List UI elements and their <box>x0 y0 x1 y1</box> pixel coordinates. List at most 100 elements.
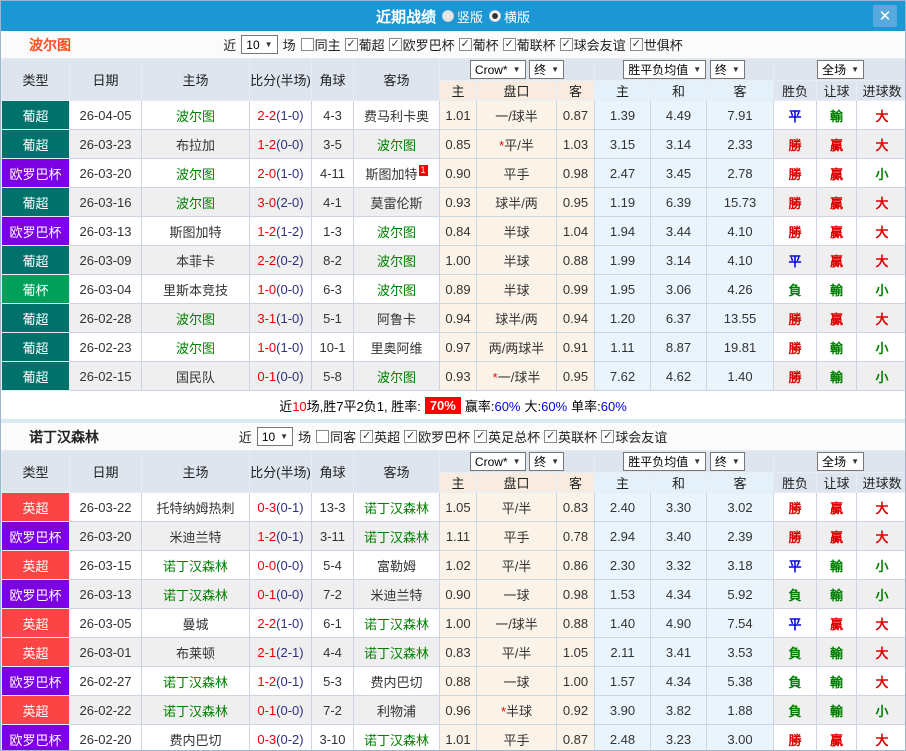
away-team-link[interactable]: 费内巴切 <box>370 675 422 690</box>
radio-selected-icon[interactable] <box>489 10 501 22</box>
odds-time-select[interactable]: 终 ▼ <box>709 60 745 79</box>
results-rows: 英超 26-03-22 托特纳姆热刺 0-3(0-1) 13-3 诺丁汉森林 1… <box>1 492 905 750</box>
odds-home-win: 2.47 <box>594 158 651 188</box>
away-team-link[interactable]: 诺丁汉森林 <box>364 733 429 748</box>
bookmaker-select[interactable]: Crow* ▼ <box>469 60 526 80</box>
league-filter-checkbox[interactable]: ✓ 葡联杯 <box>502 35 556 54</box>
radio-icon[interactable] <box>441 10 454 22</box>
league-filter-checkbox[interactable]: 同主 <box>300 35 341 54</box>
checkbox-checked-icon[interactable]: ✓ <box>360 430 374 443</box>
league-filter-checkbox[interactable]: ✓ 欧罗巴杯 <box>404 427 470 446</box>
match-date: 26-02-22 <box>69 695 142 725</box>
checkbox-checked-icon[interactable]: ✓ <box>388 38 402 51</box>
home-team-link[interactable]: 布莱顿 <box>176 646 215 661</box>
odds-draw: 3.14 <box>650 129 707 159</box>
handicap-line: 平手 <box>503 529 530 545</box>
checkbox-checked-icon[interactable]: ✓ <box>544 430 558 443</box>
away-team-link[interactable]: 诺丁汉森林 <box>364 646 429 661</box>
red-card-badge: 1 <box>418 165 428 177</box>
odds-home-win: 3.15 <box>594 129 651 159</box>
away-team-link[interactable]: 利物浦 <box>377 704 416 719</box>
checkbox-checked-icon[interactable]: ✓ <box>458 38 472 51</box>
home-team-link[interactable]: 国民队 <box>176 370 215 385</box>
scope-select[interactable]: 全场 ▼ <box>817 452 864 471</box>
scope-select[interactable]: 全场 ▼ <box>817 60 864 79</box>
layout-radio-horizontal[interactable]: 横版 <box>489 7 530 26</box>
league-filter-checkbox[interactable]: ✓ 球会友谊 <box>601 427 667 446</box>
away-team-link[interactable]: 诺丁汉森林 <box>364 530 429 545</box>
home-team-link[interactable]: 诺丁汉森林 <box>163 675 228 690</box>
league-filter-checkbox[interactable]: ✓ 英超 <box>360 427 400 446</box>
home-team-link[interactable]: 波尔图 <box>176 167 215 182</box>
away-team-link[interactable]: 富勒姆 <box>377 559 416 574</box>
league-filter-checkbox[interactable]: ✓ 球会友谊 <box>559 35 626 54</box>
odds-away-win: 5.38 <box>705 666 775 696</box>
result-win-draw-lose: 負 <box>773 579 818 609</box>
match-count-select[interactable]: 10 ▼ <box>256 427 294 446</box>
home-team-link[interactable]: 诺丁汉森林 <box>163 559 228 574</box>
away-team-link[interactable]: 费马利卡奥 <box>364 109 429 124</box>
league-filter-checkbox[interactable]: ✓ 葡杯 <box>458 35 499 54</box>
close-icon[interactable]: ✕ <box>873 5 897 27</box>
checkbox-checked-icon[interactable]: ✓ <box>601 430 615 443</box>
checkbox-checked-icon[interactable]: ✓ <box>474 430 488 443</box>
corner-count: 4-3 <box>311 100 354 130</box>
away-team-link[interactable]: 诺丁汉森林 <box>364 501 429 516</box>
checkbox-checked-icon[interactable]: ✓ <box>502 38 516 51</box>
league-filter-checkbox[interactable]: ✓ 英联杯 <box>544 427 597 446</box>
result-handicap: 輸 <box>816 361 858 391</box>
odds-time-select[interactable]: 终 ▼ <box>709 452 745 471</box>
checkbox-checked-icon[interactable]: ✓ <box>629 38 643 51</box>
result-goals-over-under: 小 <box>856 158 905 188</box>
checkbox-checked-icon[interactable]: ✓ <box>559 38 573 51</box>
away-team-link[interactable]: 米迪兰特 <box>370 588 422 603</box>
home-team-link[interactable]: 曼城 <box>182 617 208 632</box>
home-team-link[interactable]: 里斯本竞技 <box>163 283 228 298</box>
home-team-link[interactable]: 波尔图 <box>176 109 215 124</box>
checkbox-unchecked-icon[interactable] <box>316 430 330 443</box>
home-team-link[interactable]: 斯图加特 <box>169 225 221 240</box>
away-team-link[interactable]: 波尔图 <box>377 225 416 240</box>
away-team-link[interactable]: 阿鲁卡 <box>377 312 416 327</box>
home-team-link[interactable]: 布拉加 <box>176 138 215 153</box>
away-team-link[interactable]: 斯图加特 <box>365 167 417 182</box>
win-rate-badge: 70% <box>424 396 461 414</box>
away-team-link[interactable]: 诺丁汉森林 <box>364 617 429 632</box>
home-team-link[interactable]: 费内巴切 <box>169 733 221 748</box>
checkbox-unchecked-icon[interactable] <box>300 38 314 51</box>
checkbox-checked-icon[interactable]: ✓ <box>344 38 358 51</box>
corner-count: 4-1 <box>311 187 354 217</box>
checkbox-checked-icon[interactable]: ✓ <box>404 430 418 443</box>
home-team-link[interactable]: 波尔图 <box>176 341 215 356</box>
away-team-link[interactable]: 波尔图 <box>377 370 416 385</box>
bookmaker-select[interactable]: Crow* ▼ <box>469 452 526 472</box>
average-odds-select[interactable]: 胜平负均值 ▼ <box>623 452 707 471</box>
away-team-link[interactable]: 莫雷伦斯 <box>370 196 422 211</box>
result-handicap: 贏 <box>816 158 858 188</box>
away-team-link[interactable]: 波尔图 <box>377 254 416 269</box>
away-team-link[interactable]: 波尔图 <box>377 283 416 298</box>
home-team-link[interactable]: 波尔图 <box>176 196 215 211</box>
away-team-link[interactable]: 里奥阿维 <box>370 341 422 356</box>
home-team-link[interactable]: 托特纳姆热刺 <box>156 501 234 516</box>
layout-radio-vertical[interactable]: 竖版 <box>441 7 483 26</box>
average-odds-select[interactable]: 胜平负均值 ▼ <box>623 60 707 79</box>
home-team-link[interactable]: 米迪兰特 <box>169 530 221 545</box>
league-filter-checkbox[interactable]: ✓ 欧罗巴杯 <box>388 35 455 54</box>
home-team-link[interactable]: 本菲卡 <box>176 254 215 269</box>
away-team-link[interactable]: 波尔图 <box>377 138 416 153</box>
home-team-link[interactable]: 波尔图 <box>176 312 215 327</box>
result-handicap: 輸 <box>816 695 858 725</box>
corner-count: 10-1 <box>311 332 354 362</box>
odds-time-select[interactable]: 终 ▼ <box>529 451 565 471</box>
home-team-link[interactable]: 诺丁汉森林 <box>163 704 228 719</box>
home-team-link[interactable]: 诺丁汉森林 <box>163 588 228 603</box>
league-filter-checkbox[interactable]: 同客 <box>316 427 356 446</box>
match-count-select[interactable]: 10 ▼ <box>241 35 278 54</box>
league-filter-checkbox[interactable]: ✓ 葡超 <box>344 35 385 54</box>
result-win-draw-lose: 勝 <box>773 158 818 188</box>
result-win-draw-lose: 負 <box>773 637 818 667</box>
league-filter-checkbox[interactable]: ✓ 世俱杯 <box>629 35 683 54</box>
odds-time-select[interactable]: 终 ▼ <box>529 59 565 79</box>
league-filter-checkbox[interactable]: ✓ 英足总杯 <box>474 427 540 446</box>
